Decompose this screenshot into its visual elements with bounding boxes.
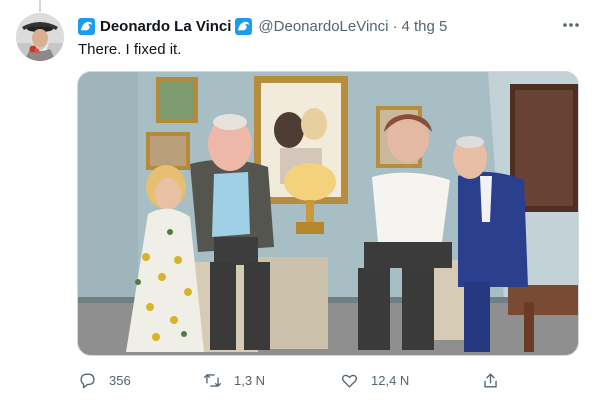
wave-icon bbox=[78, 17, 95, 35]
more-options-button[interactable] bbox=[560, 14, 582, 36]
wave-icon bbox=[235, 17, 253, 35]
retweet-button[interactable]: 1,3 N bbox=[203, 366, 265, 394]
tweet-text: There. I fixed it. bbox=[78, 41, 182, 58]
reply-count: 356 bbox=[109, 372, 131, 388]
tweet-header: Deonardo La Vinci @DeonardoLeVinci · 4 t… bbox=[78, 16, 447, 36]
header-separator: · bbox=[392, 17, 398, 35]
retweet-icon bbox=[203, 373, 222, 387]
retweet-count: 1,3 N bbox=[234, 372, 266, 388]
share-icon bbox=[484, 372, 497, 388]
avatar-image bbox=[16, 13, 64, 61]
tweet-date[interactable]: 4 thg 5 bbox=[401, 18, 447, 35]
author-name[interactable]: Deonardo La Vinci bbox=[100, 18, 231, 35]
reply-button[interactable]: 356 bbox=[78, 366, 131, 394]
more-icon bbox=[563, 23, 579, 27]
author-handle[interactable]: @DeonardoLeVinci bbox=[258, 18, 388, 35]
like-count: 12,4 N bbox=[371, 372, 410, 388]
reply-icon bbox=[80, 372, 95, 388]
thread-connector-line bbox=[39, 0, 41, 12]
share-button[interactable] bbox=[481, 366, 500, 394]
tweet-actions: 356 1,3 N 12,4 N bbox=[78, 366, 508, 394]
tweet-photo[interactable] bbox=[77, 71, 579, 356]
heart-icon bbox=[341, 374, 358, 388]
like-button[interactable]: 12,4 N bbox=[340, 366, 409, 394]
avatar[interactable] bbox=[16, 13, 64, 61]
photo-icon bbox=[78, 72, 578, 355]
